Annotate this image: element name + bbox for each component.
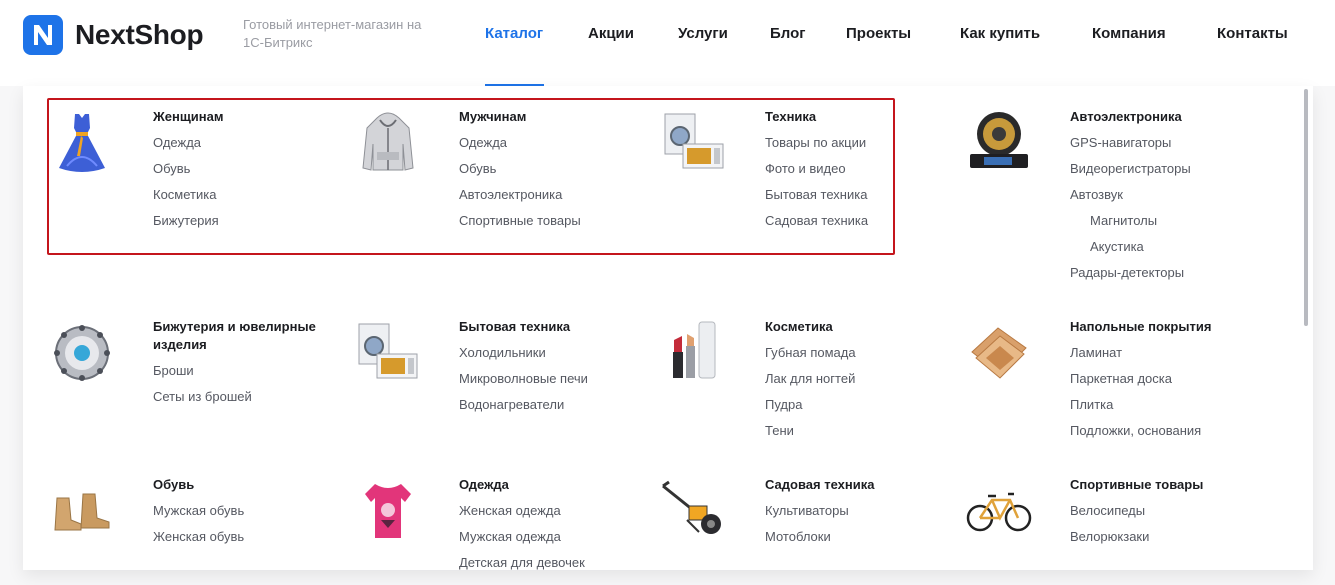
nav-item-company[interactable]: Компания	[1092, 25, 1166, 42]
brooch-icon[interactable]	[47, 318, 117, 388]
nav-item-blog[interactable]: Блог	[770, 25, 806, 42]
nav-item-services[interactable]: Услуги	[678, 25, 728, 42]
category-title[interactable]: Женщинам	[153, 108, 333, 126]
category-link[interactable]: Губная помада	[765, 344, 945, 370]
category-link[interactable]: Фото и видео	[765, 160, 945, 186]
category-link[interactable]: Мужская обувь	[153, 502, 333, 528]
category-link[interactable]: Радары-детекторы	[1070, 264, 1250, 290]
category-link[interactable]: Мужская одежда	[459, 528, 639, 554]
cultivator-icon[interactable]	[659, 476, 729, 546]
category-title[interactable]: Техника	[765, 108, 945, 126]
category-link[interactable]: Женская обувь	[153, 528, 333, 554]
nav-item-projects[interactable]: Проекты	[846, 25, 911, 42]
category-link[interactable]: Пудра	[765, 396, 945, 422]
category-link[interactable]: Обувь	[153, 160, 333, 186]
category-link[interactable]: Велорюкзаки	[1070, 528, 1250, 554]
category-title[interactable]: Напольные покрытия	[1070, 318, 1250, 336]
category-link[interactable]: Косметика	[153, 186, 333, 212]
category-link[interactable]: Мотоблоки	[765, 528, 945, 554]
category-link[interactable]: Обувь	[459, 160, 639, 186]
site-header: NextShop Готовый интернет-магазин на 1С-…	[0, 0, 1335, 86]
logo[interactable]: NextShop	[23, 15, 204, 55]
category-link[interactable]: Плитка	[1070, 396, 1250, 422]
category-link[interactable]: Одежда	[153, 134, 333, 160]
dropdown-scrollbar[interactable]	[1304, 89, 1308, 326]
category-link[interactable]: Ламинат	[1070, 344, 1250, 370]
car-audio-icon[interactable]	[964, 108, 1034, 178]
category-title[interactable]: Одежда	[459, 476, 639, 494]
catalog-dropdown: Женщинам Одежда Обувь Косметика Бижутери…	[23, 86, 1313, 570]
category-sublink[interactable]: Акустика	[1070, 238, 1250, 264]
category-link[interactable]: Паркетная доска	[1070, 370, 1250, 396]
category-link[interactable]: GPS-навигаторы	[1070, 134, 1250, 160]
category-title[interactable]: Обувь	[153, 476, 333, 494]
nav-item-how-to-buy[interactable]: Как купить	[960, 25, 1040, 42]
category-title[interactable]: Садовая техника	[765, 476, 945, 494]
logo-n-icon	[23, 15, 63, 55]
category-link[interactable]: Спортивные товары	[459, 212, 639, 238]
category-link[interactable]: Бижутерия	[153, 212, 333, 238]
category-link[interactable]: Лак для ногтей	[765, 370, 945, 396]
category-link[interactable]: Культиваторы	[765, 502, 945, 528]
category-link[interactable]: Садовая техника	[765, 212, 945, 238]
category-title[interactable]: Спортивные товары	[1070, 476, 1250, 494]
nav-item-contacts[interactable]: Контакты	[1217, 25, 1288, 42]
category-link[interactable]: Видеорегистраторы	[1070, 160, 1250, 186]
category-title[interactable]: Косметика	[765, 318, 945, 336]
category-link[interactable]: Водонагреватели	[459, 396, 639, 422]
brand-name: NextShop	[75, 19, 204, 50]
category-link[interactable]: Бытовая техника	[765, 186, 945, 212]
category-title[interactable]: Бижутерия и ювелирные изделия	[153, 318, 333, 354]
hoodie-icon[interactable]	[353, 108, 423, 178]
category-link[interactable]: Микроволновые печи	[459, 370, 639, 396]
category-title[interactable]: Автоэлектроника	[1070, 108, 1250, 126]
brand-tagline: Готовый интернет-магазин на 1С-Битрикс	[243, 17, 422, 50]
tshirt-icon[interactable]	[353, 476, 423, 546]
category-link[interactable]: Велосипеды	[1070, 502, 1250, 528]
category-link[interactable]: Автозвук	[1070, 186, 1250, 212]
category-title[interactable]: Бытовая техника	[459, 318, 639, 336]
category-sublink[interactable]: Магнитолы	[1070, 212, 1250, 238]
category-link[interactable]: Женская одежда	[459, 502, 639, 528]
category-title[interactable]: Мужчинам	[459, 108, 639, 126]
appliances-icon[interactable]	[353, 318, 423, 388]
bicycle-icon[interactable]	[964, 476, 1034, 546]
category-link[interactable]: Подложки, основания	[1070, 422, 1250, 448]
nav-item-catalog[interactable]: Каталог	[485, 25, 543, 42]
category-link[interactable]: Одежда	[459, 134, 639, 160]
appliances-icon[interactable]	[659, 108, 729, 178]
dress-icon[interactable]	[47, 108, 117, 178]
category-link[interactable]: Тени	[765, 422, 945, 448]
nav-item-promotions[interactable]: Акции	[588, 25, 634, 42]
category-link[interactable]: Броши	[153, 362, 333, 388]
category-link[interactable]: Автоэлектроника	[459, 186, 639, 212]
category-link[interactable]: Детская для девочек	[459, 554, 639, 570]
category-link[interactable]: Товары по акции	[765, 134, 945, 160]
category-link[interactable]: Холодильники	[459, 344, 639, 370]
category-link[interactable]: Сеты из брошей	[153, 388, 333, 414]
boots-icon[interactable]	[47, 476, 117, 546]
flooring-icon[interactable]	[964, 318, 1034, 388]
cosmetics-icon[interactable]	[659, 318, 729, 388]
